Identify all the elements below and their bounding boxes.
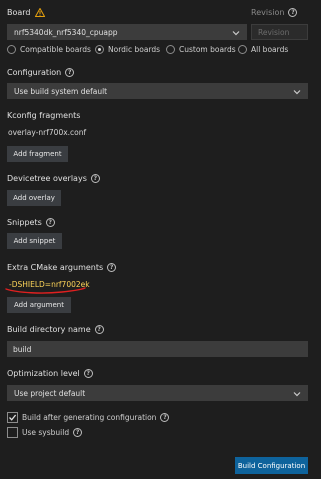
build-after-label: Build after generating configuration <box>22 413 157 422</box>
board-label-row: Board <box>7 8 45 17</box>
optimization-label: Optimization level <box>7 369 80 378</box>
chevron-down-icon <box>293 90 301 95</box>
radio-all-boards[interactable]: All boards <box>238 45 288 54</box>
sysbuild-label: Use sysbuild <box>22 428 70 437</box>
board-select[interactable]: nrf5340dk_nrf5340_cpuapp <box>7 24 247 40</box>
help-icon[interactable]: ? <box>73 428 83 437</box>
configuration-label-row: Configuration ? <box>7 68 75 77</box>
build-after-option[interactable]: Build after generating configuration ? <box>7 412 170 423</box>
snippets-label: Snippets <box>7 218 42 227</box>
help-icon[interactable]: ? <box>83 369 93 378</box>
radio-compatible-boards[interactable]: Compatible boards <box>7 45 91 54</box>
configuration-label: Configuration <box>7 68 62 77</box>
revision-label-row: Revision ? <box>251 8 298 17</box>
build-dir-input[interactable]: build <box>7 341 308 357</box>
help-icon[interactable]: ? <box>288 8 298 17</box>
board-select-value: nrf5340dk_nrf5340_cpuapp <box>14 27 118 37</box>
radio-label: All boards <box>251 45 289 54</box>
build-dir-label-row: Build directory name ? <box>7 325 104 334</box>
radio-label: Nordic boards <box>108 45 161 54</box>
add-fragment-button[interactable]: Add fragment <box>7 146 68 162</box>
red-underline-annotation <box>5 287 86 294</box>
devicetree-label-row: Devicetree overlays ? <box>7 174 100 183</box>
radio-nordic-boards[interactable]: Nordic boards <box>95 45 160 54</box>
help-icon[interactable]: ? <box>90 174 100 183</box>
warning-icon <box>34 8 45 17</box>
revision-input-placeholder: Revision <box>258 27 290 37</box>
help-icon[interactable]: ? <box>45 218 55 227</box>
configuration-select-value: Use build system default <box>14 86 108 96</box>
add-argument-button[interactable]: Add argument <box>7 297 71 313</box>
kconfig-fragment-item: overlay-nrf700x.conf <box>8 128 87 137</box>
add-snippet-button[interactable]: Add snippet <box>7 233 62 249</box>
add-overlay-button[interactable]: Add overlay <box>7 190 61 206</box>
kconfig-label-row: Kconfig fragments <box>7 111 80 120</box>
radio-custom-boards[interactable]: Custom boards <box>166 45 236 54</box>
snippets-label-row: Snippets ? <box>7 218 55 227</box>
optimization-select-value: Use project default <box>14 388 86 398</box>
chevron-down-icon <box>293 392 301 397</box>
checkmark-icon <box>9 414 17 421</box>
help-icon[interactable]: ? <box>160 413 170 422</box>
radio-button[interactable] <box>166 45 175 54</box>
optimization-label-row: Optimization level ? <box>7 369 93 378</box>
cmake-label-row: Extra CMake arguments ? <box>7 263 117 272</box>
help-icon[interactable]: ? <box>94 325 104 334</box>
sysbuild-checkbox[interactable] <box>7 427 18 438</box>
devicetree-label: Devicetree overlays <box>7 174 87 183</box>
help-icon[interactable]: ? <box>65 68 75 77</box>
radio-button-selected[interactable] <box>95 45 104 54</box>
radio-button[interactable] <box>7 45 16 54</box>
chevron-down-icon <box>232 31 240 36</box>
kconfig-label: Kconfig fragments <box>7 111 81 120</box>
radio-button[interactable] <box>238 45 247 54</box>
revision-input[interactable]: Revision <box>251 24 308 40</box>
help-icon[interactable]: ? <box>107 263 117 272</box>
build-after-checkbox[interactable] <box>7 412 18 423</box>
build-dir-label: Build directory name <box>7 325 91 334</box>
radio-label: Custom boards <box>179 45 236 54</box>
revision-label: Revision <box>251 8 285 17</box>
configuration-select[interactable]: Use build system default <box>7 83 308 99</box>
build-dir-input-value: build <box>13 344 32 354</box>
cmake-label: Extra CMake arguments <box>7 263 104 272</box>
optimization-select[interactable]: Use project default <box>7 385 308 401</box>
build-configuration-button[interactable]: Build Configuration <box>235 457 308 474</box>
board-label: Board <box>7 8 31 17</box>
radio-label: Compatible boards <box>20 45 91 54</box>
sysbuild-option[interactable]: Use sysbuild ? <box>7 427 83 438</box>
